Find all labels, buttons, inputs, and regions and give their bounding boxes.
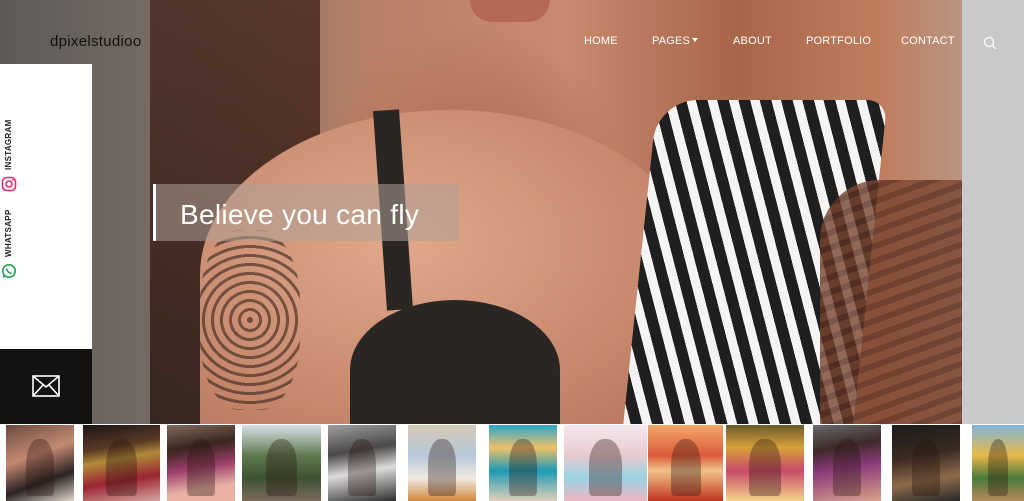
social-sidebar [0,64,92,349]
gallery-thumbnail[interactable] [167,425,235,501]
hero-caption-box: Believe you can fly [153,184,459,241]
gallery-thumbnail[interactable] [328,425,396,501]
gallery-thumbnail[interactable] [6,425,74,501]
main-nav: HOME PAGES ABOUT PORTFOLIO CONTACT [0,35,1024,53]
thumbnail-strip [0,424,1024,501]
instagram-label[interactable]: INSTAGRAM [4,119,13,170]
hero-caption: Believe you can fly [180,199,420,230]
gallery-thumbnail[interactable] [813,425,881,501]
nav-pages-label: PAGES [652,35,691,47]
caret-down-icon [692,38,699,43]
nav-pages[interactable]: PAGES [652,35,699,47]
whatsapp-icon[interactable] [1,263,17,279]
gallery-thumbnail[interactable] [726,425,804,501]
whatsapp-label[interactable]: WHATSAPP [4,209,13,257]
gallery-thumbnail[interactable] [972,425,1024,501]
nav-portfolio[interactable]: PORTFOLIO [806,35,871,47]
gallery-thumbnail[interactable] [892,425,960,501]
mail-icon[interactable] [32,375,60,397]
gallery-thumbnail[interactable] [489,425,557,501]
gallery-thumbnail[interactable] [408,425,476,501]
instagram-icon[interactable] [1,176,17,192]
gallery-thumbnail[interactable] [564,425,647,501]
search-icon[interactable] [983,36,997,50]
navbar: dpixelstudioo HOME PAGES ABOUT PORTFOLIO… [0,0,1024,86]
gallery-thumbnail[interactable] [83,425,160,501]
nav-home[interactable]: HOME [584,35,618,47]
gallery-thumbnail[interactable] [242,425,321,501]
nav-contact[interactable]: CONTACT [901,35,955,47]
gallery-thumbnail[interactable] [648,425,723,501]
nav-about[interactable]: ABOUT [733,35,772,47]
